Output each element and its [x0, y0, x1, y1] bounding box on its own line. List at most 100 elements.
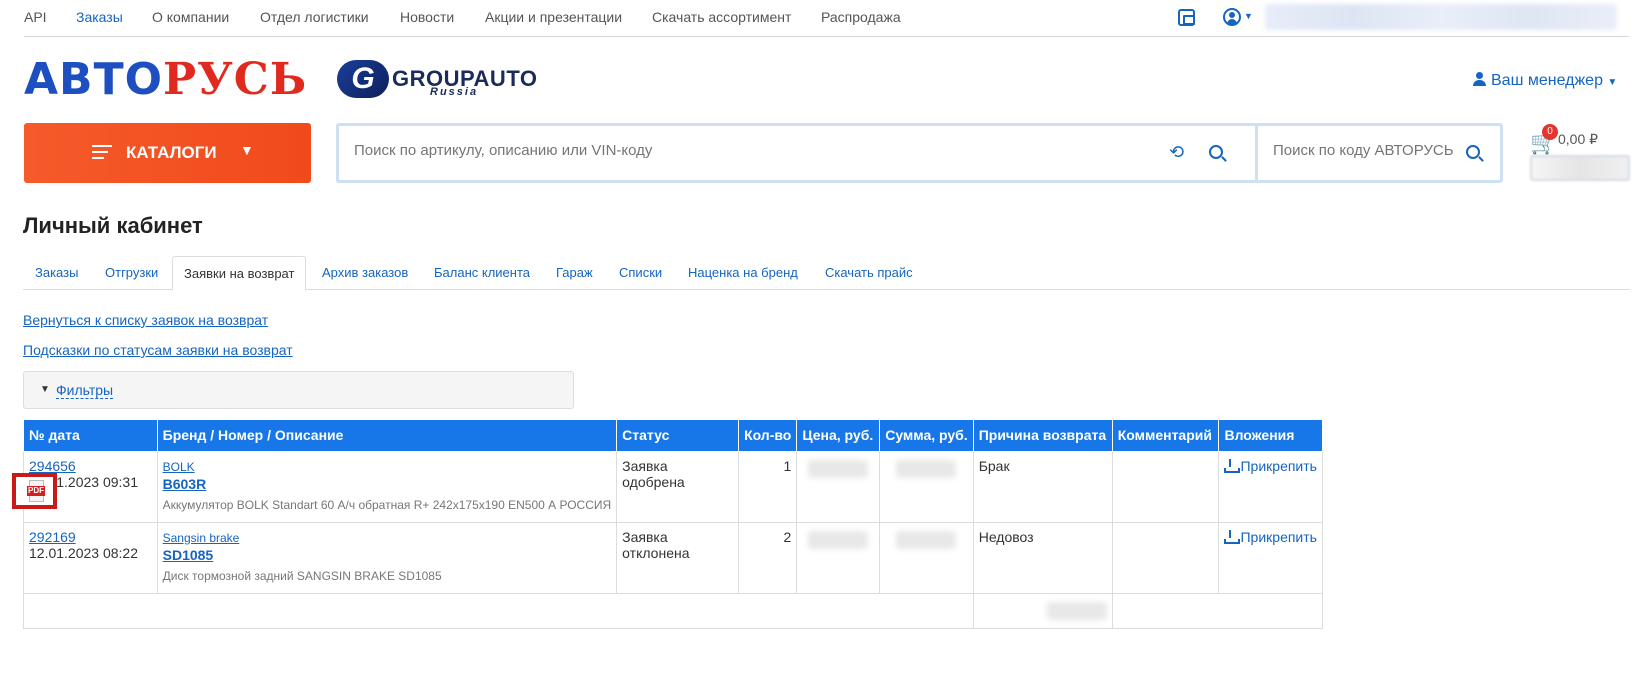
- sum-cell: [879, 450, 974, 523]
- code-search-input[interactable]: [1273, 142, 1453, 159]
- order-number-link[interactable]: 294656: [29, 458, 152, 474]
- comment-cell: [1111, 521, 1220, 594]
- manager-icon: [1473, 72, 1487, 86]
- table-header: № дата Бренд / Номер / Описание Статус К…: [23, 420, 1323, 452]
- catalogs-button[interactable]: КАТАЛОГИ ▼: [24, 123, 311, 183]
- main-search-box: ⟲: [336, 123, 1255, 183]
- column-header: Сумма, руб.: [879, 420, 974, 452]
- chevron-down-icon: ▼: [1607, 77, 1618, 88]
- chevron-down-icon[interactable]: ▼: [1244, 11, 1253, 21]
- catalogs-label: КАТАЛОГИ: [126, 143, 217, 162]
- order-date: 12.01.2023 08:22: [29, 544, 138, 561]
- nav-download-assortment[interactable]: Скачать ассортимент: [652, 9, 791, 25]
- column-header: Цена, руб.: [796, 420, 881, 452]
- nav-logistics[interactable]: Отдел логистики: [260, 9, 369, 25]
- attachments-cell: Прикрепить: [1218, 450, 1323, 523]
- tab-order-archive[interactable]: Архив заказов: [322, 265, 408, 280]
- part-cell: Sangsin brake SD1085 Диск тормозной задн…: [156, 521, 618, 594]
- attachments-cell: Прикрепить: [1218, 521, 1323, 594]
- table-row: 294656 16.01.2023 09:31 BOLK B603R Аккум…: [23, 450, 1323, 523]
- part-number-link[interactable]: SD1085: [163, 547, 612, 563]
- status-hints-link[interactable]: Подсказки по статусам заявки на возврат: [23, 342, 293, 358]
- comment-cell: [1111, 450, 1220, 523]
- filters-toggle[interactable]: Фильтры: [56, 382, 114, 399]
- price-cell: [796, 450, 881, 523]
- pdf-highlight[interactable]: PDF: [12, 473, 57, 509]
- chevron-down-icon: ▼: [240, 142, 254, 158]
- attach-button[interactable]: Прикрепить: [1224, 528, 1317, 545]
- column-header: Вложения: [1218, 420, 1323, 452]
- attach-label: Прикрепить: [1240, 528, 1317, 545]
- part-number-link[interactable]: B603R: [163, 476, 612, 492]
- part-description: Аккумулятор BOLK Standart 60 А/ч обратна…: [162, 497, 612, 512]
- manager-label: Ваш менеджер: [1491, 72, 1603, 89]
- sum-blurred: [896, 530, 957, 549]
- reason-cell: Брак: [972, 450, 1113, 523]
- column-header: Комментарий: [1111, 420, 1220, 452]
- nav-about[interactable]: О компании: [152, 9, 229, 25]
- footer-cell: [23, 592, 974, 629]
- upload-icon: [1224, 529, 1241, 544]
- footer-cell: [1111, 592, 1324, 629]
- qty-cell: 2: [738, 521, 798, 594]
- status-cell: Заявка одобрена: [616, 450, 740, 523]
- groupauto-mark: G: [337, 60, 389, 98]
- price-blurred: [808, 459, 869, 478]
- part-cell: BOLK B603R Аккумулятор BOLK Standart 60 …: [156, 450, 618, 523]
- cart-sum: 0,00 ₽: [1558, 131, 1599, 147]
- tab-client-balance[interactable]: Баланс клиента: [434, 265, 530, 280]
- status-cell: Заявка отклонена: [616, 521, 740, 594]
- column-header: Причина возврата: [972, 420, 1113, 452]
- user-icon[interactable]: [1223, 8, 1241, 26]
- chevron-down-icon: ▼: [40, 384, 50, 395]
- nav-promotions[interactable]: Акции и презентации: [485, 9, 622, 25]
- upload-icon: [1224, 458, 1241, 473]
- attach-label: Прикрепить: [1240, 457, 1317, 474]
- tab-orders[interactable]: Заказы: [35, 265, 78, 280]
- tab-returns[interactable]: Заявки на возврат: [172, 256, 307, 291]
- attach-button[interactable]: Прикрепить: [1224, 457, 1317, 474]
- column-header: № дата: [23, 420, 158, 452]
- nav-api[interactable]: API: [24, 9, 47, 25]
- table-footer-row: [23, 592, 1324, 629]
- groupauto-sub: Russia: [430, 86, 479, 98]
- cart-info-blurred: [1530, 155, 1630, 181]
- account-info-blurred: [1265, 4, 1617, 30]
- avtorus-logo[interactable]: АВТОРУСЬ: [24, 55, 307, 105]
- page-title: Личный кабинет: [23, 213, 203, 238]
- manager-dropdown[interactable]: Ваш менеджер ▼: [1473, 72, 1617, 90]
- nav-orders[interactable]: Заказы: [76, 9, 123, 25]
- sum-cell: [879, 521, 974, 594]
- tab-shipments[interactable]: Отгрузки: [105, 265, 158, 280]
- tab-lists[interactable]: Списки: [619, 265, 662, 280]
- total-cell: [972, 592, 1113, 629]
- code-search-box: [1255, 123, 1503, 183]
- pdf-label: PDF: [27, 486, 45, 496]
- column-header: Бренд / Номер / Описание: [156, 420, 618, 452]
- history-icon[interactable]: ⟲: [1169, 142, 1184, 163]
- order-cell: 292169 12.01.2023 08:22: [23, 521, 158, 594]
- order-number-link[interactable]: 292169: [29, 529, 152, 545]
- qty-cell: 1: [738, 450, 798, 523]
- reason-cell: Недовоз: [972, 521, 1113, 594]
- tab-brand-markup[interactable]: Наценка на бренд: [688, 265, 798, 280]
- part-description: Диск тормозной задний SANGSIN BRAKE SD10…: [162, 568, 442, 583]
- brand-link[interactable]: Sangsin brake: [163, 531, 240, 545]
- tab-download-price[interactable]: Скачать прайс: [825, 265, 913, 280]
- nav-sale[interactable]: Распродажа: [821, 9, 901, 25]
- back-to-returns-link[interactable]: Вернуться к списку заявок на возврат: [23, 312, 268, 328]
- returns-table: № дата Бренд / Номер / Описание Статус К…: [23, 420, 1324, 629]
- nav-news[interactable]: Новости: [400, 9, 454, 25]
- table-row: 292169 12.01.2023 08:22 Sangsin brake SD…: [23, 521, 1323, 594]
- account-tabs: Заказы Отгрузки Заявки на возврат Архив …: [23, 256, 1630, 291]
- main-search-input[interactable]: [354, 142, 1134, 159]
- search-icon[interactable]: [1466, 145, 1480, 159]
- total-blurred: [1046, 601, 1107, 620]
- price-cell: [796, 521, 881, 594]
- tab-garage[interactable]: Гараж: [556, 265, 593, 280]
- brand-link[interactable]: BOLK: [163, 460, 195, 474]
- search-icon[interactable]: [1209, 145, 1223, 159]
- logo-part-2: РУСЬ: [163, 54, 308, 105]
- filters-panel[interactable]: ▼ Фильтры: [23, 371, 574, 409]
- wallet-icon[interactable]: [1178, 9, 1195, 26]
